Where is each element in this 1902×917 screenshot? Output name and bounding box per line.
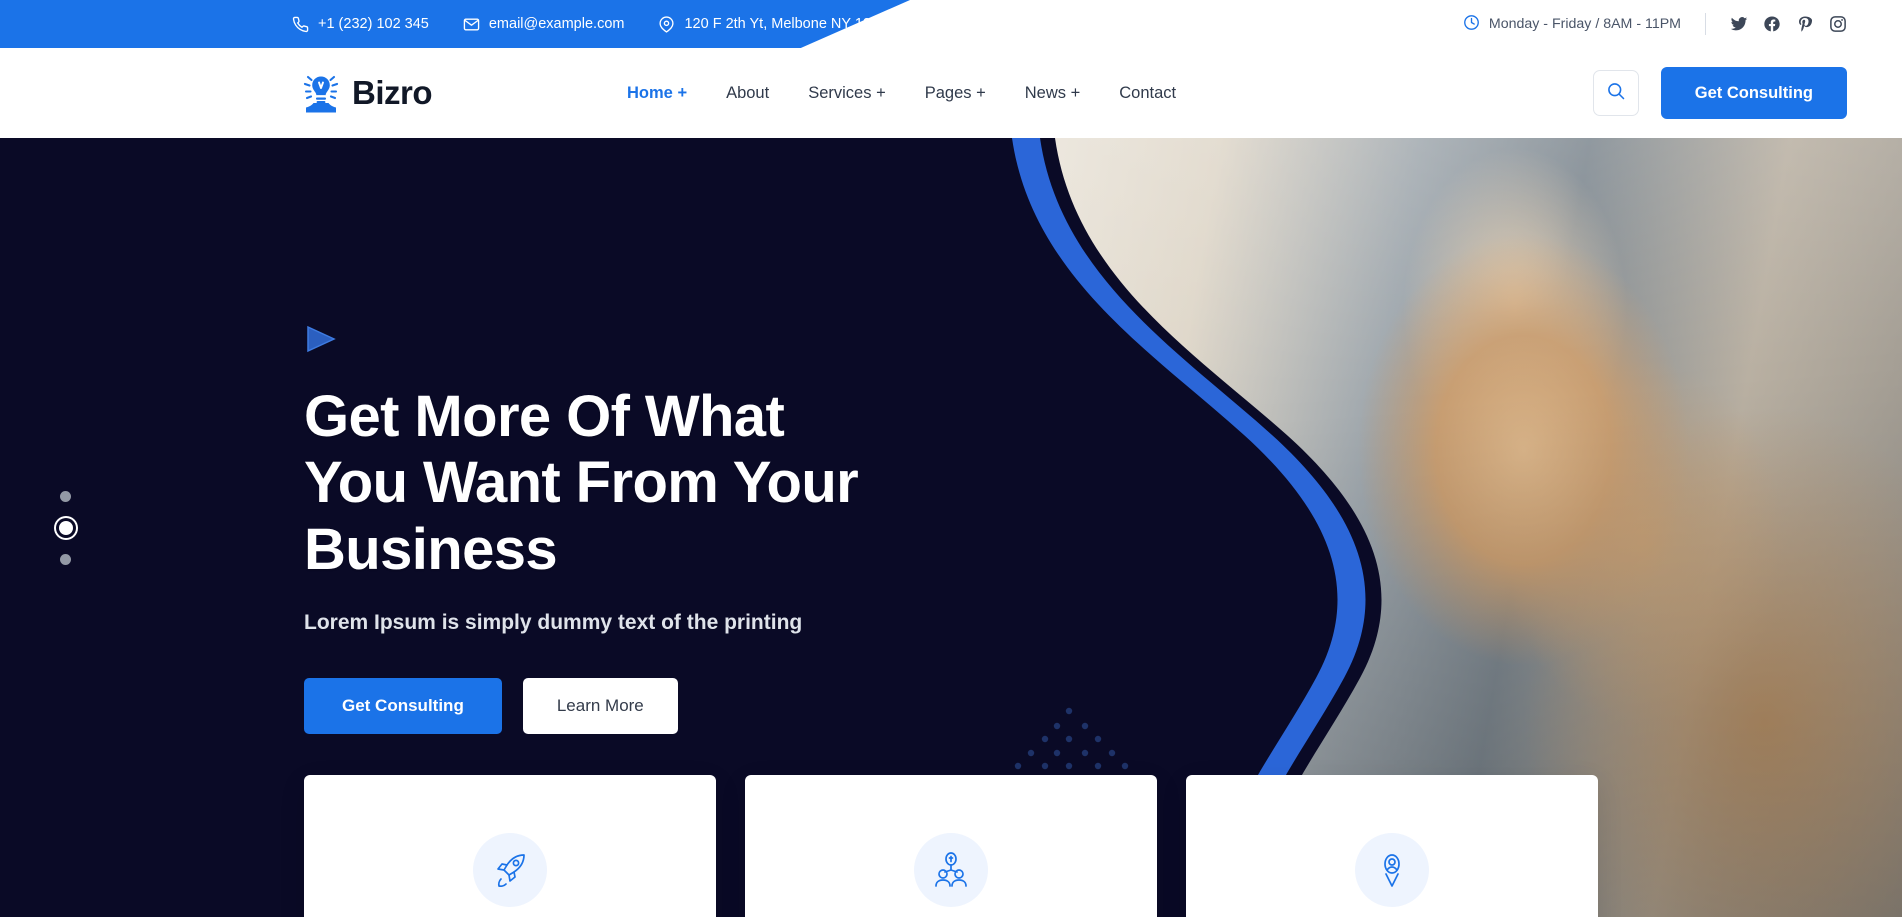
feature-card-3[interactable] — [1186, 775, 1598, 917]
rocket-icon — [473, 833, 547, 907]
nav-item-pages-plus: + — [976, 83, 986, 102]
topbar-email-text: email@example.com — [488, 16, 625, 32]
topbar-divider — [1705, 13, 1706, 35]
brand-name: Bizro — [352, 74, 433, 111]
instagram-icon[interactable] — [1829, 15, 1847, 33]
hero-heading: Get More Of What You Want From Your Busi… — [304, 384, 859, 582]
nav-item-news[interactable]: News + — [1025, 84, 1081, 103]
nav-item-pages[interactable]: Pages + — [925, 84, 986, 103]
nav-item-about[interactable]: About — [726, 84, 769, 103]
hero-subtitle: Lorem Ipsum is simply dummy text of the … — [304, 610, 803, 634]
hero-heading-line-3: Business — [304, 516, 558, 582]
facebook-icon[interactable] — [1763, 15, 1781, 33]
nav-item-news-label: News — [1024, 83, 1067, 102]
hero-get-consulting-button[interactable]: Get Consulting — [304, 677, 502, 734]
nav-item-home-plus: + — [677, 83, 688, 102]
phone-icon — [292, 16, 309, 33]
nav-item-pages-label: Pages — [924, 83, 972, 102]
topbar-phone-text: +1 (232) 102 345 — [318, 16, 429, 32]
twitter-icon[interactable] — [1730, 15, 1748, 33]
topbar: +1 (232) 102 345 email@example.com 120 F… — [0, 0, 1902, 48]
lightbulb-icon — [300, 71, 342, 115]
hero-learn-more-button[interactable]: Learn More — [522, 677, 678, 734]
social-links — [1730, 15, 1847, 33]
search-icon — [1606, 81, 1626, 106]
nav-item-contact[interactable]: Contact — [1119, 84, 1176, 103]
feature-card-1[interactable] — [304, 775, 716, 917]
nav-item-services[interactable]: Services + — [808, 84, 886, 103]
topbar-phone[interactable]: +1 (232) 102 345 — [292, 16, 429, 33]
hero-heading-line-2: You Want From Your — [304, 450, 859, 516]
nav-get-consulting-button[interactable]: Get Consulting — [1660, 67, 1847, 119]
person-badge-icon — [1355, 833, 1429, 907]
nav-menu: Home + About Services + Pages + News + C… — [627, 84, 1176, 103]
map-pin-icon — [658, 15, 675, 33]
nav-item-home[interactable]: Home + — [627, 84, 687, 103]
topbar-address[interactable]: 120 F 2th Yt, Melbone NY 1259 — [658, 15, 888, 33]
pinterest-icon[interactable] — [1796, 15, 1814, 33]
hero-actions: Get Consulting Learn More — [304, 677, 858, 734]
slider-dot-2[interactable] — [59, 520, 73, 535]
nav-item-contact-label: Contact — [1119, 83, 1177, 102]
main-navbar: Bizro Home + About Services + Pages + Ne… — [0, 48, 1902, 138]
slider-dot-3[interactable] — [60, 553, 71, 565]
nav-item-news-plus: + — [1070, 83, 1081, 102]
topbar-email[interactable]: email@example.com — [463, 16, 625, 33]
feature-cards — [0, 775, 1902, 917]
slider-dot-1[interactable] — [60, 490, 71, 502]
nav-actions: Get Consulting — [1592, 67, 1847, 119]
nav-item-services-label: Services — [808, 83, 872, 102]
nav-item-services-plus: + — [876, 83, 886, 102]
hero-heading-line-1: Get More Of What — [304, 384, 785, 450]
nav-item-home-label: Home — [627, 83, 673, 102]
hero-section: Get More Of What You Want From Your Busi… — [0, 138, 1902, 917]
topbar-contact-group: +1 (232) 102 345 email@example.com 120 F… — [292, 15, 888, 33]
clock-icon — [1463, 14, 1480, 35]
feature-card-2[interactable] — [745, 775, 1157, 917]
topbar-hours: Monday - Friday / 8AM - 11PM — [1463, 14, 1681, 35]
play-triangle-icon — [304, 321, 858, 362]
brand-logo[interactable]: Bizro — [300, 71, 433, 115]
money-users-icon — [914, 833, 988, 907]
topbar-address-text: 120 F 2th Yt, Melbone NY 1259 — [684, 16, 888, 32]
envelope-icon — [463, 16, 480, 33]
topbar-right-group: Monday - Friday / 8AM - 11PM — [1463, 0, 1847, 48]
nav-item-about-label: About — [726, 83, 770, 102]
search-button[interactable] — [1592, 70, 1639, 116]
topbar-hours-text: Monday - Friday / 8AM - 11PM — [1488, 16, 1681, 32]
